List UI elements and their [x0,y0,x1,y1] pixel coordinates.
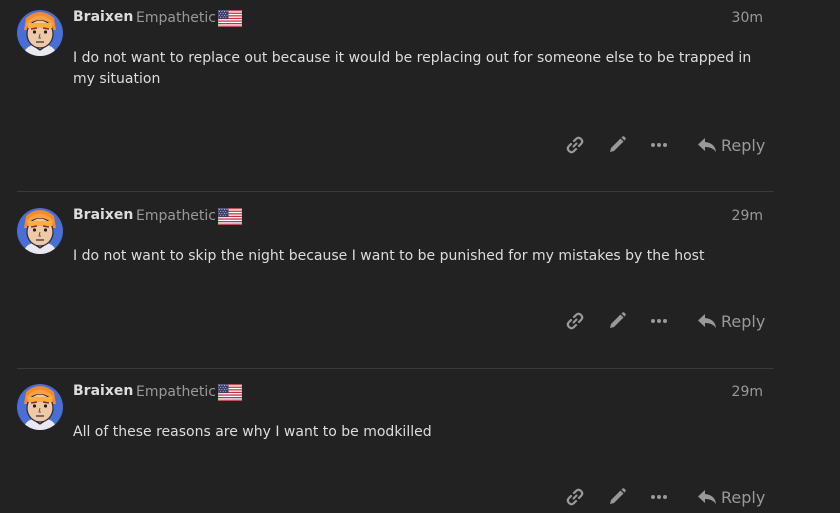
pencil-icon [610,136,626,152]
reply-arrow-icon [698,138,716,152]
username[interactable]: Braixen [73,383,133,399]
copy-link-button[interactable] [558,306,592,336]
post-divider [17,191,774,192]
reply-button[interactable]: Reply [697,130,765,160]
avatar[interactable] [17,10,63,56]
post-date[interactable]: 29m [700,384,763,400]
avatar[interactable] [17,208,63,254]
copy-link-button[interactable] [558,482,592,512]
user-title: Empathetic [136,10,217,26]
post-divider [17,368,774,369]
post: Braixen Empathetic 29m All of these reas… [0,374,775,513]
more-actions-button[interactable] [642,306,676,336]
link-icon [566,136,584,154]
us-flag-icon [218,10,242,27]
post-body: All of these reasons are why I want to b… [73,424,432,440]
edit-button[interactable] [600,482,634,512]
post-actions: Reply [555,130,775,160]
link-icon [566,488,584,506]
more-actions-button[interactable] [642,130,676,160]
ellipsis-icon [651,143,667,147]
reply-arrow-icon [698,314,716,328]
post-body: I do not want to replace out because it … [73,50,752,87]
copy-link-button[interactable] [558,130,592,160]
post-date[interactable]: 30m [700,10,763,26]
edit-button[interactable] [600,130,634,160]
us-flag-icon [218,384,242,401]
user-title: Empathetic [136,208,217,224]
more-actions-button[interactable] [642,482,676,512]
user-title: Empathetic [136,384,217,400]
pencil-icon [610,312,626,328]
pencil-icon [610,488,626,504]
reply-arrow-icon [698,490,716,504]
post-actions: Reply [555,482,775,512]
ellipsis-icon [651,319,667,323]
post-stream: Braixen Empathetic 30m I do not want to … [0,0,840,513]
reply-label: Reply [721,311,766,331]
reply-button[interactable]: Reply [697,482,765,512]
ellipsis-icon [651,495,667,499]
edit-button[interactable] [600,306,634,336]
reply-label: Reply [721,487,766,507]
post-date[interactable]: 29m [700,208,763,224]
link-icon [566,312,584,330]
post: Braixen Empathetic 29m I do not want to … [0,198,775,368]
reply-label: Reply [721,135,766,155]
post-actions: Reply [555,306,775,336]
reply-button[interactable]: Reply [697,306,765,336]
avatar[interactable] [17,384,63,430]
username[interactable]: Braixen [73,9,133,25]
post: Braixen Empathetic 30m I do not want to … [0,0,775,190]
username[interactable]: Braixen [73,207,133,223]
us-flag-icon [218,208,242,225]
post-body: I do not want to skip the night because … [73,248,705,264]
